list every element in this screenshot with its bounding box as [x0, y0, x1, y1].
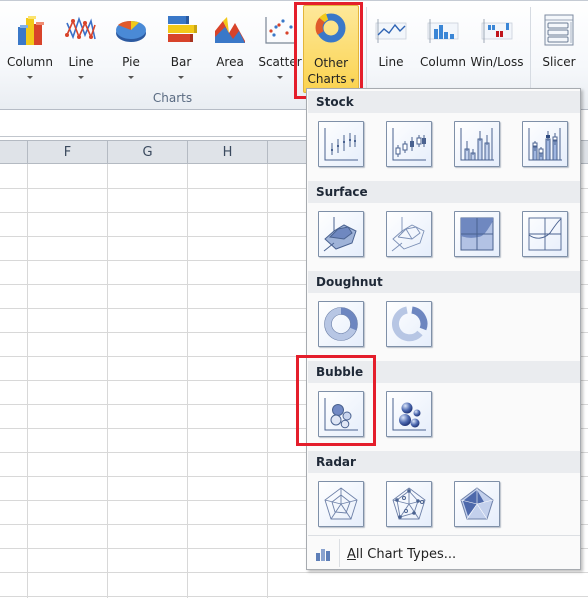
bubble-icon [324, 398, 358, 431]
dropdown-arrow-icon [78, 76, 84, 79]
slicer-icon [544, 14, 574, 46]
stock-vohlc-icon [528, 128, 562, 161]
line-chart-icon [65, 16, 96, 40]
other-charts-label-line2: Charts [307, 72, 347, 86]
chart-type-radar[interactable] [318, 481, 364, 527]
chart-type-open-high-low-close[interactable] [386, 121, 432, 167]
sparkline-winloss-button[interactable]: Win/Loss [470, 3, 524, 95]
stock-ohlc-icon [392, 128, 426, 161]
section-header-bubble: Bubble [308, 361, 580, 383]
doughnut-chart-icon [315, 13, 346, 43]
chart-type-doughnut[interactable] [318, 301, 364, 347]
chart-type-filled-radar[interactable] [454, 481, 500, 527]
pie-chart-label: Pie [122, 55, 140, 69]
footer-icon-separator [339, 539, 340, 567]
all-chart-types-label: ll Chart Types... [355, 547, 457, 562]
grid-column-line [267, 164, 268, 598]
wireframe-contour-icon [528, 217, 562, 251]
doughnut-icon [324, 307, 358, 341]
sparkline-line-button[interactable]: Line [370, 3, 412, 95]
exploded-doughnut-icon [392, 306, 428, 342]
sparkline-column-label: Column [420, 55, 466, 69]
pie-chart-button[interactable]: Pie [108, 3, 154, 95]
pie-chart-icon [116, 20, 146, 42]
formula-bar-area [0, 111, 307, 137]
accelerator-key: A [347, 547, 356, 562]
dropdown-arrow-icon [27, 76, 33, 79]
line-chart-button[interactable]: Line [58, 3, 104, 95]
sparkline-line-icon [375, 19, 407, 43]
sparkline-line-label: Line [378, 55, 404, 69]
column-header-f[interactable]: F [27, 141, 107, 164]
slicer-label: Slicer [542, 55, 576, 69]
chart-type-radar-with-markers[interactable] [386, 481, 432, 527]
dropdown-arrow-icon [178, 76, 184, 79]
all-chart-types-icon [316, 549, 330, 561]
radar-icon [324, 487, 358, 520]
chart-type-high-low-close[interactable] [318, 121, 364, 167]
section-header-doughnut: Doughnut [308, 271, 580, 293]
footer-separator [308, 535, 580, 536]
grid-row-line [0, 572, 588, 573]
dropdown-arrow-icon [277, 76, 283, 79]
stock-hlc-icon [324, 128, 358, 161]
column-chart-label: Column [7, 55, 53, 69]
sparkline-column-icon [427, 19, 459, 43]
chart-type-exploded-doughnut[interactable] [386, 301, 432, 347]
all-chart-types-menu-item[interactable]: All Chart Types... [347, 547, 456, 562]
grid-row-line [0, 596, 588, 597]
area-chart-label: Area [216, 55, 244, 69]
scatter-chart-button[interactable]: Scatter [256, 3, 304, 95]
column-header-h[interactable]: H [187, 141, 267, 164]
bar-chart-label: Bar [170, 55, 192, 69]
bar-chart-icon [168, 16, 197, 42]
other-charts-label-line1: Other [313, 56, 349, 70]
chart-type-bubble[interactable] [318, 391, 364, 437]
line-chart-label: Line [68, 55, 94, 69]
dropdown-arrow-icon: ▾ [350, 76, 355, 85]
other-charts-dropdown: Stock Surface Doughnut Bubble Radar All … [306, 88, 581, 570]
bubble-3d-icon [392, 398, 426, 431]
grid-column-line [107, 164, 108, 598]
filled-radar-icon [460, 487, 494, 520]
column-chart-button[interactable]: Column [2, 3, 58, 95]
surface-3d-icon [323, 217, 357, 252]
sparkline-winloss-label: Win/Loss [470, 55, 524, 69]
surface-wireframe-icon [391, 217, 425, 252]
section-header-stock: Stock [308, 91, 580, 113]
stock-vhlc-icon [460, 128, 494, 161]
contour-icon [460, 217, 494, 251]
column-chart-icon [18, 16, 44, 45]
bar-chart-button[interactable]: Bar [158, 3, 204, 95]
other-charts-label-line2-row: Charts ▾ [304, 71, 358, 89]
chart-type-volume-high-low-close[interactable] [454, 121, 500, 167]
grid-column-line [187, 164, 188, 598]
scatter-chart-label: Scatter [258, 55, 302, 69]
other-charts-button[interactable]: Other Charts ▾ [303, 5, 359, 93]
chart-type-wireframe-contour[interactable] [522, 211, 568, 257]
area-chart-icon [215, 17, 245, 43]
chart-type-contour[interactable] [454, 211, 500, 257]
sparkline-column-button[interactable]: Column [418, 3, 468, 95]
chart-type-volume-open-high-low-close[interactable] [522, 121, 568, 167]
dropdown-arrow-icon [227, 76, 233, 79]
area-chart-button[interactable]: Area [207, 3, 253, 95]
sparkline-winloss-icon [481, 19, 513, 43]
charts-group-label: Charts [152, 91, 193, 105]
scatter-chart-icon [265, 17, 295, 44]
chart-type-3d-bubble[interactable] [386, 391, 432, 437]
slicer-button[interactable]: Slicer [536, 3, 582, 95]
chart-type-wireframe-3d-surface[interactable] [386, 211, 432, 257]
column-header-g[interactable]: G [107, 141, 187, 164]
chart-type-3d-surface[interactable] [318, 211, 364, 257]
other-charts-label: Other Charts ▾ [304, 55, 358, 89]
dropdown-arrow-icon [128, 76, 134, 79]
grid-column-line [27, 164, 28, 598]
section-header-radar: Radar [308, 451, 580, 473]
section-header-surface: Surface [308, 181, 580, 203]
radar-markers-icon [392, 487, 426, 520]
